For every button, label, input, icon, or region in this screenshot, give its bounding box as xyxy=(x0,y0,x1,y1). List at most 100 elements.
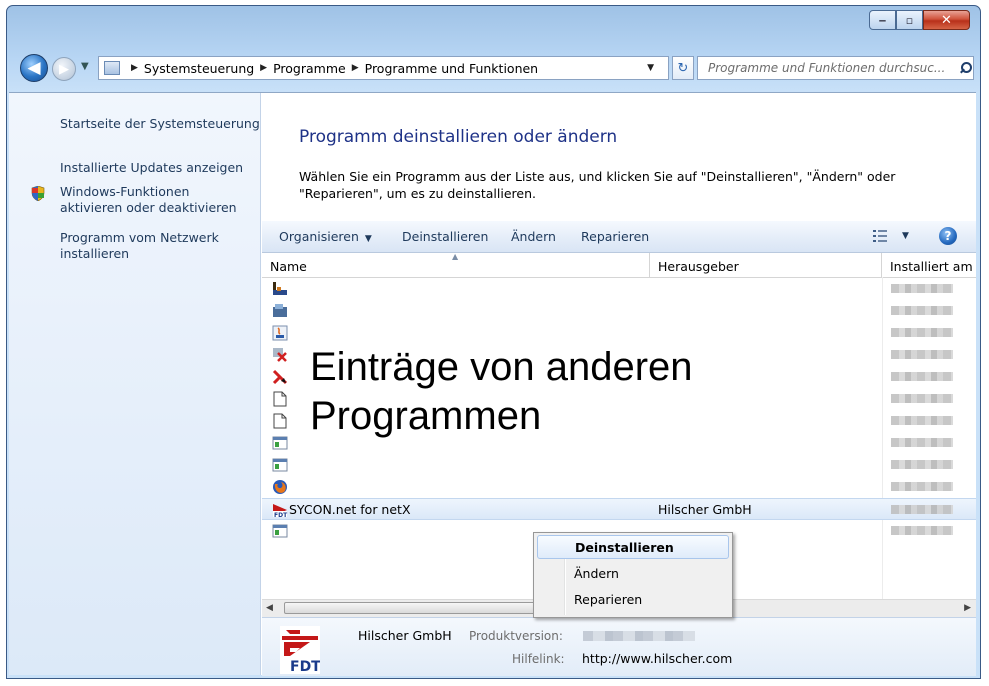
sidebar-item-home[interactable]: Startseite der Systemsteuerung xyxy=(60,116,260,132)
recent-pages-dropdown-icon[interactable]: ▼ xyxy=(81,61,89,72)
program-icon xyxy=(272,369,288,385)
program-icon xyxy=(273,304,287,317)
forward-button[interactable]: ▶ xyxy=(52,57,76,81)
list-item[interactable] xyxy=(262,322,976,344)
change-button[interactable]: Ändern xyxy=(511,229,556,244)
column-installed-on[interactable]: Installiert am xyxy=(882,253,976,277)
program-icon xyxy=(272,524,288,538)
list-item[interactable] xyxy=(262,454,976,476)
sort-ascending-icon: ▲ xyxy=(452,252,459,261)
firefox-icon xyxy=(273,480,287,494)
details-publisher: Hilscher GmbH xyxy=(358,628,452,643)
annotation-overlay: Einträge von anderen Programmen xyxy=(310,343,693,441)
installed-date-redacted xyxy=(891,306,953,315)
list-header: Name ▲ Herausgeber Installiert am xyxy=(262,252,976,278)
content-area: Startseite der Systemsteuerung Installie… xyxy=(9,92,976,676)
program-icon xyxy=(272,436,288,450)
address-bar[interactable]: ▶ Systemsteuerung ▶ Programme ▶ Programm… xyxy=(98,56,669,80)
scroll-left-icon[interactable]: ◀ xyxy=(266,603,273,613)
installed-date-redacted xyxy=(891,482,953,491)
context-uninstall-label: Deinstallieren xyxy=(575,540,674,555)
caption-buttons: ‒ ▫ ✕ xyxy=(869,10,970,30)
view-options-icon[interactable] xyxy=(873,230,887,242)
installed-date-redacted xyxy=(891,505,953,514)
sidebar-item-network-install[interactable]: Programm vom Netzwerk installieren xyxy=(60,230,250,262)
document-icon xyxy=(273,391,287,407)
context-uninstall[interactable]: Deinstallieren xyxy=(537,535,729,559)
instructions-text: Wählen Sie ein Programm aus der Liste au… xyxy=(299,169,896,201)
breadcrumb-programme-und-funktionen[interactable]: Programme und Funktionen xyxy=(365,61,538,76)
shield-icon xyxy=(31,186,45,201)
version-label: Produktversion: xyxy=(469,629,563,643)
installed-date-redacted xyxy=(891,394,953,403)
uninstall-button[interactable]: Deinstallieren xyxy=(402,229,488,244)
list-item[interactable] xyxy=(262,278,976,300)
program-name: SYCON.net for netX xyxy=(289,502,411,517)
column-publisher[interactable]: Herausgeber xyxy=(650,253,882,277)
minimize-button[interactable]: ‒ xyxy=(869,10,896,30)
navigation-bar: ◀ ▶ ▼ ▶ Systemsteuerung ▶ Programme ▶ Pr… xyxy=(7,53,980,83)
chevron-right-icon[interactable]: ▶ xyxy=(260,63,267,73)
chevron-down-icon: ▼ xyxy=(364,234,372,244)
fdt-icon: FDT xyxy=(273,504,288,518)
context-change[interactable]: Ändern xyxy=(537,562,729,586)
fdt-logo-text: FDT xyxy=(290,659,320,674)
annotation-line-2: Programmen xyxy=(310,394,542,438)
view-dropdown-icon[interactable]: ▼ xyxy=(902,231,909,241)
help-button[interactable]: ? xyxy=(939,227,957,245)
context-change-label: Ändern xyxy=(574,566,619,581)
search-input[interactable] xyxy=(706,60,955,76)
column-name-label: Name xyxy=(270,259,307,274)
installed-date-redacted xyxy=(891,438,953,447)
sidebar: Startseite der Systemsteuerung Installie… xyxy=(9,93,261,675)
program-icon xyxy=(273,348,287,362)
program-publisher: Hilscher GmbH xyxy=(658,502,752,517)
repair-button[interactable]: Reparieren xyxy=(581,229,649,244)
refresh-button[interactable]: ↻ xyxy=(672,56,694,80)
fdt-logo: FDT xyxy=(280,626,320,674)
sidebar-item-updates[interactable]: Installierte Updates anzeigen xyxy=(60,160,243,176)
page-title: Programm deinstallieren oder ändern xyxy=(299,127,618,147)
installed-date-redacted xyxy=(891,284,953,293)
java-icon xyxy=(272,325,288,341)
context-repair[interactable]: Reparieren xyxy=(537,588,729,612)
version-value-redacted xyxy=(583,631,695,641)
search-box xyxy=(697,56,974,80)
sidebar-item-windows-features[interactable]: Windows-Funktionen aktivieren oder deakt… xyxy=(60,184,250,216)
list-item[interactable] xyxy=(262,476,976,498)
context-repair-label: Reparieren xyxy=(574,592,643,607)
installed-date-redacted xyxy=(891,372,953,381)
program-icon xyxy=(272,458,288,472)
search-icon[interactable] xyxy=(959,62,972,74)
chevron-right-icon[interactable]: ▶ xyxy=(131,63,138,73)
program-icon xyxy=(273,282,287,295)
document-icon xyxy=(273,413,287,429)
annotation-line-1: Einträge von anderen xyxy=(310,345,693,389)
organize-label: Organisieren xyxy=(279,229,359,244)
installed-date-redacted xyxy=(891,416,953,425)
command-bar: Organisieren ▼ Deinstallieren Ändern Repa… xyxy=(262,221,976,253)
installed-date-redacted xyxy=(891,328,953,337)
context-menu: Deinstallieren Ändern Reparieren xyxy=(533,532,733,618)
svg-text:FDT: FDT xyxy=(274,512,288,518)
scroll-right-icon[interactable]: ▶ xyxy=(964,603,971,613)
close-button[interactable]: ✕ xyxy=(923,10,970,30)
organize-menu-button[interactable]: Organisieren ▼ xyxy=(279,229,372,244)
installed-date-redacted xyxy=(891,460,953,469)
details-pane: FDT Hilscher GmbH Produktversion: Hilfel… xyxy=(262,617,976,676)
column-name[interactable]: Name ▲ xyxy=(262,252,650,277)
titlebar: ‒ ▫ ✕ xyxy=(7,6,980,46)
control-panel-icon xyxy=(104,61,120,75)
breadcrumb-systemsteuerung[interactable]: Systemsteuerung xyxy=(144,61,254,76)
breadcrumb-programme[interactable]: Programme xyxy=(273,61,346,76)
installed-date-redacted xyxy=(891,350,953,359)
help-link-label: Hilfelink: xyxy=(512,652,565,666)
list-item[interactable] xyxy=(262,300,976,322)
window: ‒ ▫ ✕ ◀ ▶ ▼ ▶ Systemsteuerung ▶ Programm… xyxy=(6,5,981,679)
address-dropdown-icon[interactable]: ▼ xyxy=(647,63,654,73)
list-item-selected[interactable]: FDT SYCON.net for netX Hilscher GmbH xyxy=(262,498,976,520)
help-link[interactable]: http://www.hilscher.com xyxy=(582,651,732,666)
back-button[interactable]: ◀ xyxy=(20,54,48,82)
chevron-right-icon[interactable]: ▶ xyxy=(352,63,359,73)
maximize-button[interactable]: ▫ xyxy=(896,10,923,30)
